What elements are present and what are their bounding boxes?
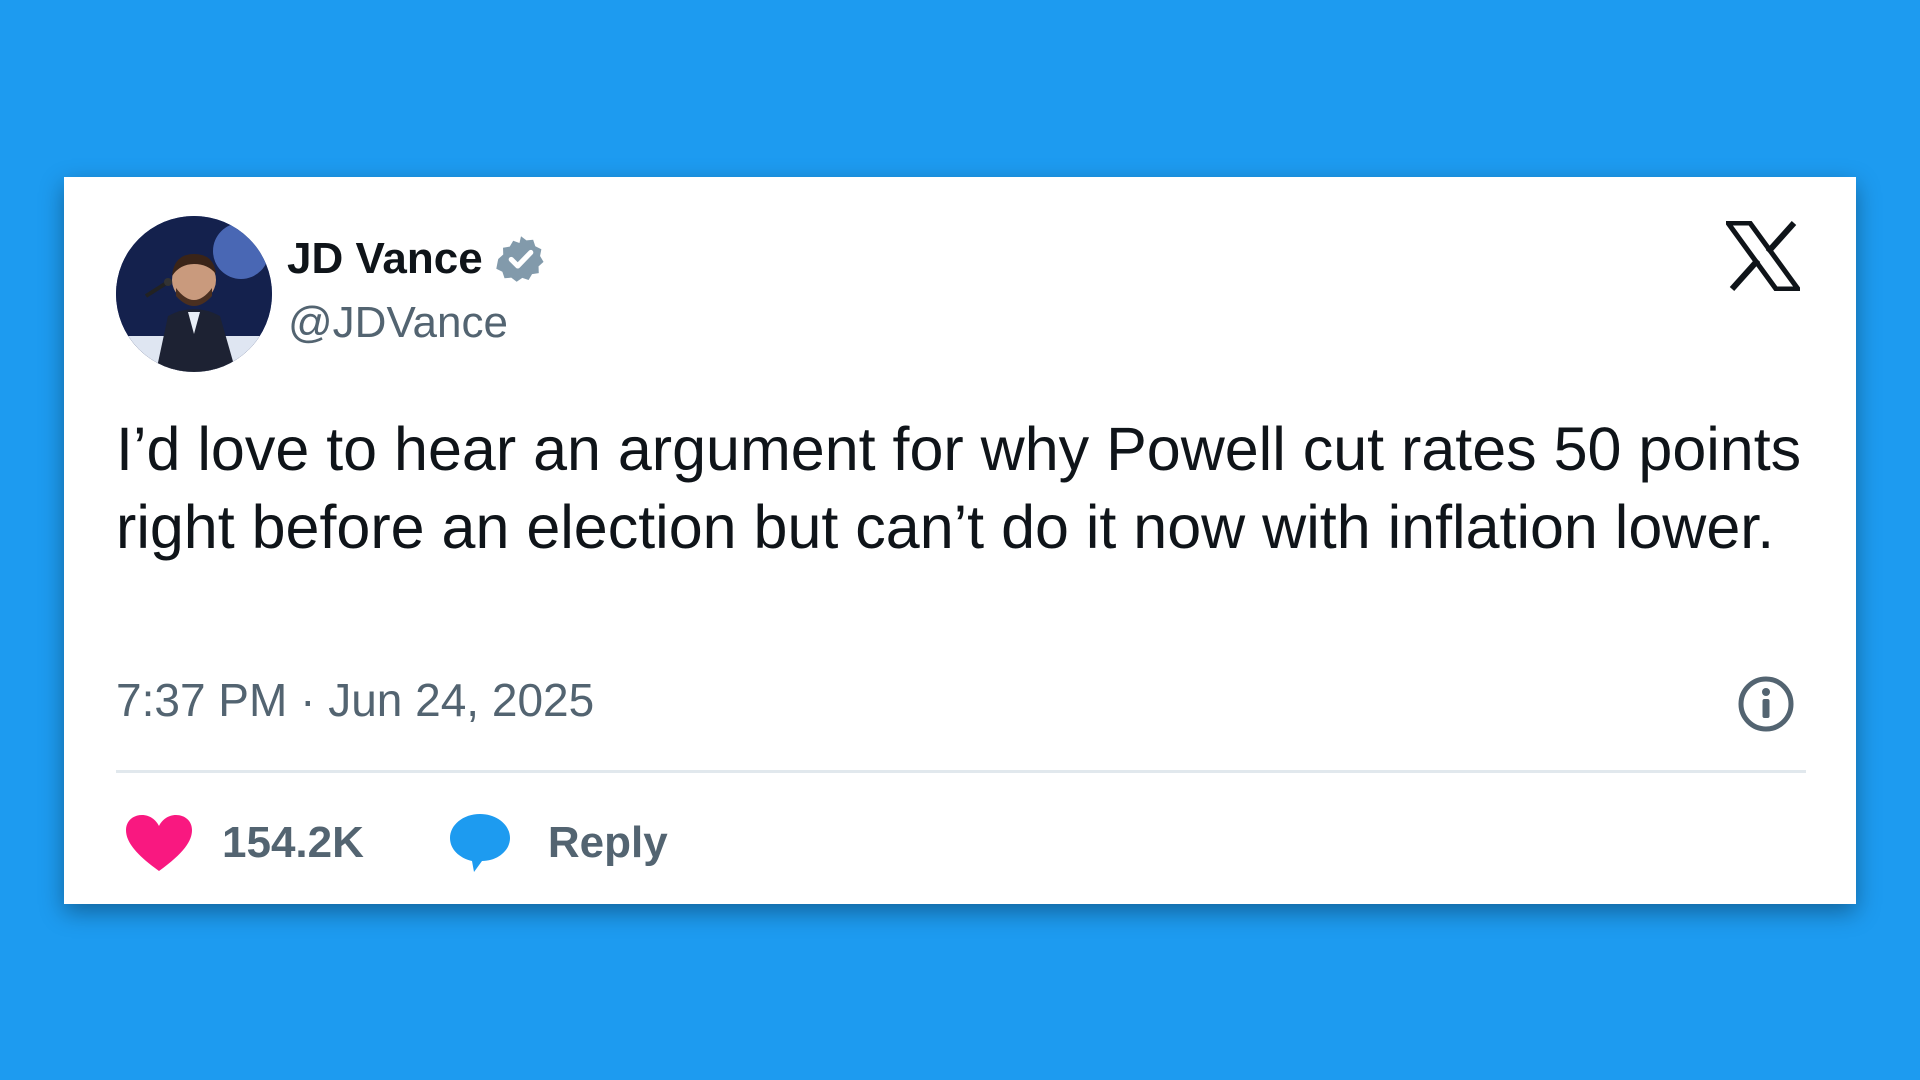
verified-badge-icon xyxy=(495,236,544,282)
divider xyxy=(116,770,1806,773)
reply-button[interactable]: Reply xyxy=(548,818,668,868)
author-display-name[interactable]: JD Vance xyxy=(287,237,483,281)
info-icon[interactable] xyxy=(1736,674,1796,734)
author-handle[interactable]: @JDVance xyxy=(288,301,508,345)
author-name-row: JD Vance xyxy=(287,229,547,289)
avatar[interactable] xyxy=(116,216,272,372)
tweet-text: I’d love to hear an argument for why Pow… xyxy=(116,415,1802,561)
tweet-timestamp[interactable]: 7:37 PM · Jun 24, 2025 xyxy=(116,677,594,723)
like-count: 154.2K xyxy=(222,818,364,867)
tweet-card: JD Vance @JDVance I’d love to hear an ar… xyxy=(64,177,1856,904)
tweet-actions: 154.2K Reply xyxy=(116,808,668,878)
speech-bubble-icon[interactable] xyxy=(448,812,512,874)
heart-icon[interactable] xyxy=(124,813,194,873)
x-logo-icon[interactable] xyxy=(1726,221,1800,291)
